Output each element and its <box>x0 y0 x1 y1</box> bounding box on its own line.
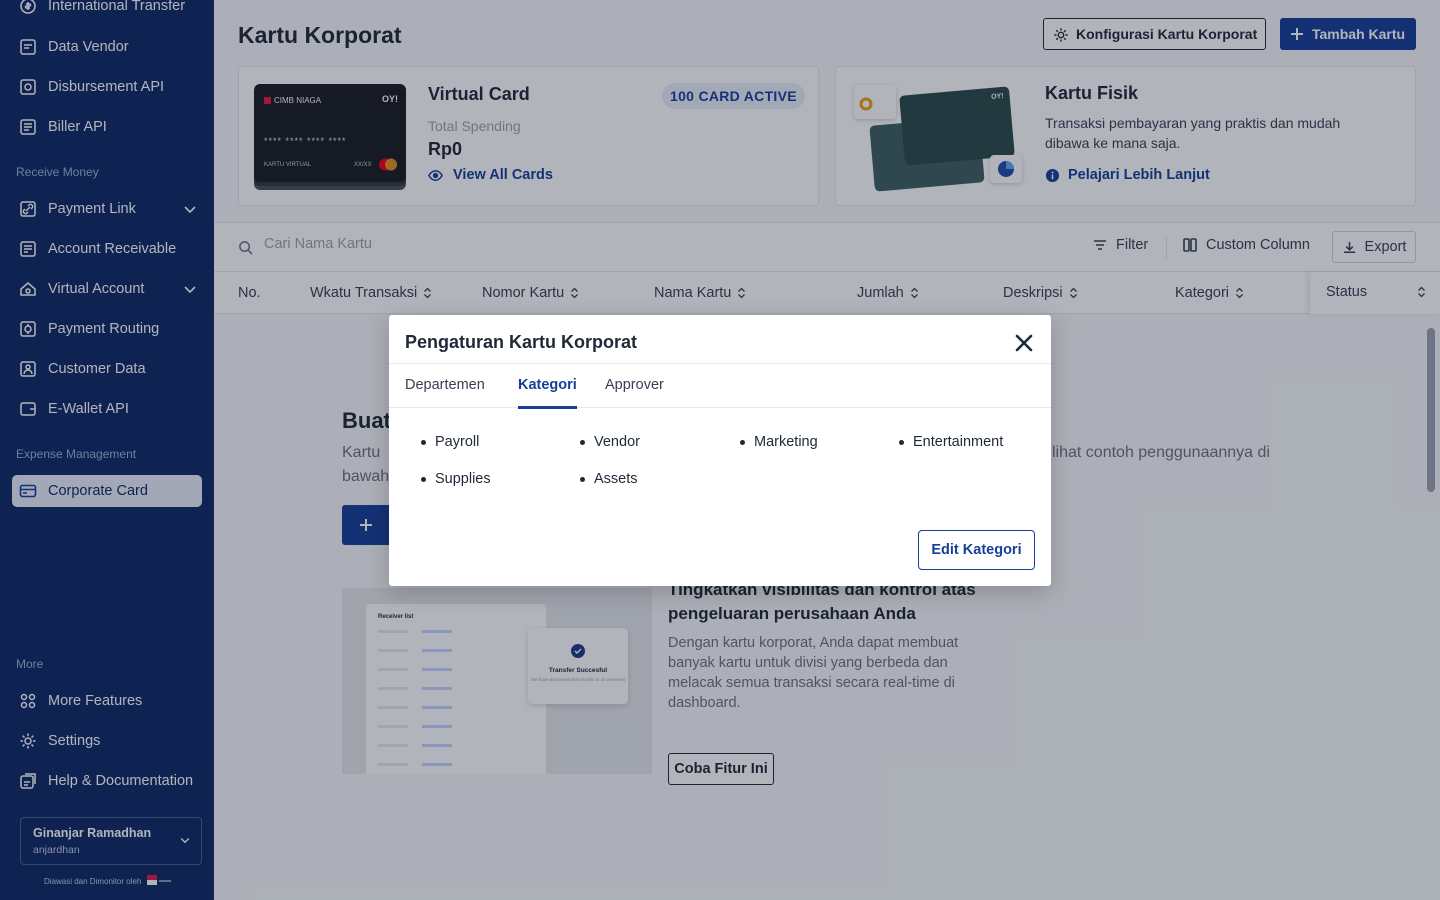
bullet <box>899 439 904 445</box>
category-item: Entertainment <box>899 434 1003 450</box>
close-icon[interactable] <box>1013 332 1035 354</box>
category-item: Vendor <box>580 434 640 450</box>
category-item: Assets <box>580 471 638 487</box>
modal-tabs: Departemen Kategori Approver <box>389 363 1051 409</box>
modal-title: Pengaturan Kartu Korporat <box>405 332 638 352</box>
bullet <box>740 439 745 445</box>
category-label: Assets <box>594 471 638 487</box>
bullet <box>421 476 426 482</box>
category-item: Marketing <box>740 434 818 450</box>
category-label: Entertainment <box>913 434 1004 450</box>
category-item: Payroll <box>421 434 479 450</box>
category-label: Payroll <box>435 434 480 450</box>
category-label: Vendor <box>594 434 640 450</box>
bullet <box>421 439 426 445</box>
tab-kategori[interactable]: Kategori <box>518 377 577 409</box>
edit-category-button[interactable]: Edit Kategori <box>918 530 1035 570</box>
category-label: Supplies <box>435 471 491 487</box>
corporate-card-settings-modal: Pengaturan Kartu Korporat Departemen Kat… <box>389 315 1051 586</box>
tab-departemen[interactable]: Departemen <box>405 377 485 409</box>
category-label: Marketing <box>754 434 818 450</box>
tab-approver[interactable]: Approver <box>605 377 664 409</box>
bullet <box>580 439 585 445</box>
category-item: Supplies <box>421 471 491 487</box>
bullet <box>580 476 585 482</box>
